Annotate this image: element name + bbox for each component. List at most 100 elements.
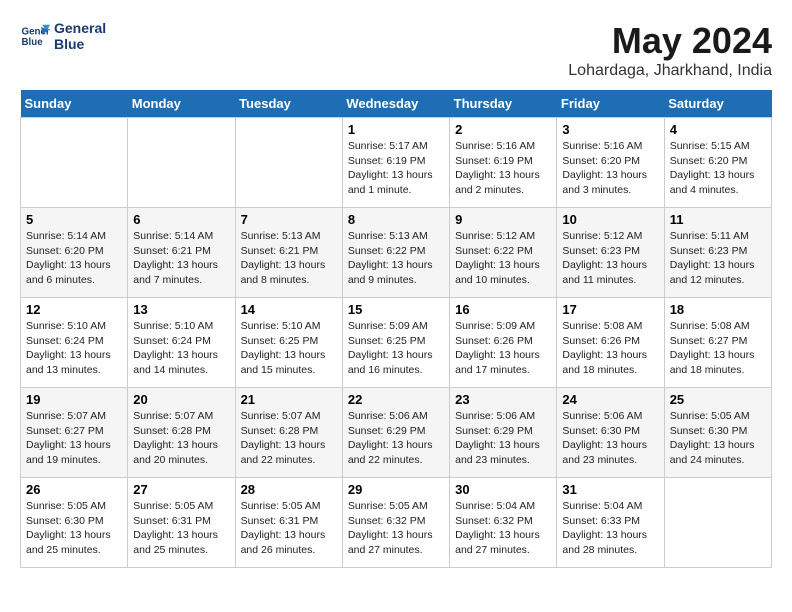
day-number: 26 bbox=[26, 482, 122, 497]
weekday-header: Wednesday bbox=[342, 90, 449, 118]
day-number: 5 bbox=[26, 212, 122, 227]
day-info: Sunrise: 5:05 AMSunset: 6:31 PMDaylight:… bbox=[133, 499, 229, 558]
weekday-header: Monday bbox=[128, 90, 235, 118]
day-info: Sunrise: 5:14 AMSunset: 6:20 PMDaylight:… bbox=[26, 229, 122, 288]
day-number: 15 bbox=[348, 302, 444, 317]
day-info: Sunrise: 5:12 AMSunset: 6:23 PMDaylight:… bbox=[562, 229, 658, 288]
day-info: Sunrise: 5:13 AMSunset: 6:21 PMDaylight:… bbox=[241, 229, 337, 288]
day-number: 25 bbox=[670, 392, 766, 407]
day-info: Sunrise: 5:14 AMSunset: 6:21 PMDaylight:… bbox=[133, 229, 229, 288]
day-info: Sunrise: 5:09 AMSunset: 6:25 PMDaylight:… bbox=[348, 319, 444, 378]
calendar-cell: 7Sunrise: 5:13 AMSunset: 6:21 PMDaylight… bbox=[235, 208, 342, 298]
calendar-cell: 5 Sunrise: 5:14 AMSunset: 6:20 PMDaylight… bbox=[21, 208, 128, 298]
day-number: 30 bbox=[455, 482, 551, 497]
calendar-cell: 3 Sunrise: 5:16 AMSunset: 6:20 PMDaylight… bbox=[557, 118, 664, 208]
calendar-cell: 23Sunrise: 5:06 AMSunset: 6:29 PMDayligh… bbox=[450, 388, 557, 478]
day-info: Sunrise: 5:06 AMSunset: 6:29 PMDaylight:… bbox=[348, 409, 444, 468]
day-info: Sunrise: 5:13 AMSunset: 6:22 PMDaylight:… bbox=[348, 229, 444, 288]
calendar-cell: 1Sunrise: 5:17 AMSunset: 6:19 PMDaylight… bbox=[342, 118, 449, 208]
day-info: Sunrise: 5:16 AMSunset: 6:20 PMDaylight:… bbox=[562, 139, 658, 198]
calendar-week-row: 1Sunrise: 5:17 AMSunset: 6:19 PMDaylight… bbox=[21, 118, 772, 208]
calendar-cell: 21 Sunrise: 5:07 AMSunset: 6:28 PMDayligh… bbox=[235, 388, 342, 478]
logo-general: General bbox=[54, 20, 106, 36]
day-info: Sunrise: 5:06 AMSunset: 6:29 PMDaylight:… bbox=[455, 409, 551, 468]
day-number: 16 bbox=[455, 302, 551, 317]
calendar-cell: 19 Sunrise: 5:07 AMSunset: 6:27 PMDayligh… bbox=[21, 388, 128, 478]
day-number: 2 bbox=[455, 122, 551, 137]
day-info: Sunrise: 5:05 AMSunset: 6:30 PMDaylight:… bbox=[670, 409, 766, 468]
day-number: 28 bbox=[241, 482, 337, 497]
day-info: Sunrise: 5:15 AMSunset: 6:20 PMDaylight:… bbox=[670, 139, 766, 198]
calendar-cell: 22 Sunrise: 5:06 AMSunset: 6:29 PMDayligh… bbox=[342, 388, 449, 478]
calendar-cell bbox=[235, 118, 342, 208]
calendar-cell: 20 Sunrise: 5:07 AMSunset: 6:28 PMDayligh… bbox=[128, 388, 235, 478]
calendar-cell: 15 Sunrise: 5:09 AMSunset: 6:25 PMDayligh… bbox=[342, 298, 449, 388]
day-info: Sunrise: 5:06 AMSunset: 6:30 PMDaylight:… bbox=[562, 409, 658, 468]
day-number: 11 bbox=[670, 212, 766, 227]
calendar-cell: 30 Sunrise: 5:04 AMSunset: 6:32 PMDayligh… bbox=[450, 478, 557, 568]
day-number: 10 bbox=[562, 212, 658, 227]
calendar-week-row: 5 Sunrise: 5:14 AMSunset: 6:20 PMDaylight… bbox=[21, 208, 772, 298]
day-info: Sunrise: 5:08 AMSunset: 6:27 PMDaylight:… bbox=[670, 319, 766, 378]
calendar-cell bbox=[21, 118, 128, 208]
header: General Blue General Blue May 2024 Lohar… bbox=[20, 20, 772, 80]
day-number: 21 bbox=[241, 392, 337, 407]
calendar-cell: 26 Sunrise: 5:05 AMSunset: 6:30 PMDayligh… bbox=[21, 478, 128, 568]
day-info: Sunrise: 5:10 AMSunset: 6:24 PMDaylight:… bbox=[133, 319, 229, 378]
day-number: 14 bbox=[241, 302, 337, 317]
day-number: 19 bbox=[26, 392, 122, 407]
day-info: Sunrise: 5:04 AMSunset: 6:33 PMDaylight:… bbox=[562, 499, 658, 558]
calendar-cell: 2 Sunrise: 5:16 AMSunset: 6:19 PMDaylight… bbox=[450, 118, 557, 208]
calendar-cell: 16 Sunrise: 5:09 AMSunset: 6:26 PMDayligh… bbox=[450, 298, 557, 388]
day-number: 22 bbox=[348, 392, 444, 407]
day-info: Sunrise: 5:12 AMSunset: 6:22 PMDaylight:… bbox=[455, 229, 551, 288]
calendar-cell bbox=[128, 118, 235, 208]
day-info: Sunrise: 5:05 AMSunset: 6:30 PMDaylight:… bbox=[26, 499, 122, 558]
calendar-cell: 10 Sunrise: 5:12 AMSunset: 6:23 PMDayligh… bbox=[557, 208, 664, 298]
main-title: May 2024 bbox=[568, 20, 772, 62]
logo-icon: General Blue bbox=[20, 21, 50, 51]
day-info: Sunrise: 5:05 AMSunset: 6:32 PMDaylight:… bbox=[348, 499, 444, 558]
day-number: 9 bbox=[455, 212, 551, 227]
calendar-week-row: 19 Sunrise: 5:07 AMSunset: 6:27 PMDayligh… bbox=[21, 388, 772, 478]
calendar-cell: 18 Sunrise: 5:08 AMSunset: 6:27 PMDayligh… bbox=[664, 298, 771, 388]
day-number: 24 bbox=[562, 392, 658, 407]
day-number: 6 bbox=[133, 212, 229, 227]
calendar-week-row: 12Sunrise: 5:10 AMSunset: 6:24 PMDayligh… bbox=[21, 298, 772, 388]
day-info: Sunrise: 5:07 AMSunset: 6:28 PMDaylight:… bbox=[241, 409, 337, 468]
calendar-cell: 9 Sunrise: 5:12 AMSunset: 6:22 PMDaylight… bbox=[450, 208, 557, 298]
day-info: Sunrise: 5:09 AMSunset: 6:26 PMDaylight:… bbox=[455, 319, 551, 378]
weekday-header-row: SundayMondayTuesdayWednesdayThursdayFrid… bbox=[21, 90, 772, 118]
day-number: 31 bbox=[562, 482, 658, 497]
weekday-header: Tuesday bbox=[235, 90, 342, 118]
day-number: 20 bbox=[133, 392, 229, 407]
day-number: 27 bbox=[133, 482, 229, 497]
svg-text:Blue: Blue bbox=[22, 37, 44, 48]
calendar-cell: 28Sunrise: 5:05 AMSunset: 6:31 PMDayligh… bbox=[235, 478, 342, 568]
subtitle: Lohardaga, Jharkhand, India bbox=[568, 62, 772, 80]
day-number: 13 bbox=[133, 302, 229, 317]
day-info: Sunrise: 5:07 AMSunset: 6:27 PMDaylight:… bbox=[26, 409, 122, 468]
weekday-header: Sunday bbox=[21, 90, 128, 118]
weekday-header: Saturday bbox=[664, 90, 771, 118]
logo-blue: Blue bbox=[54, 36, 106, 52]
day-info: Sunrise: 5:08 AMSunset: 6:26 PMDaylight:… bbox=[562, 319, 658, 378]
title-section: May 2024 Lohardaga, Jharkhand, India bbox=[568, 20, 772, 80]
day-info: Sunrise: 5:16 AMSunset: 6:19 PMDaylight:… bbox=[455, 139, 551, 198]
calendar-cell: 14 Sunrise: 5:10 AMSunset: 6:25 PMDayligh… bbox=[235, 298, 342, 388]
calendar-cell: 27 Sunrise: 5:05 AMSunset: 6:31 PMDayligh… bbox=[128, 478, 235, 568]
day-info: Sunrise: 5:04 AMSunset: 6:32 PMDaylight:… bbox=[455, 499, 551, 558]
calendar-cell: 29Sunrise: 5:05 AMSunset: 6:32 PMDayligh… bbox=[342, 478, 449, 568]
day-number: 18 bbox=[670, 302, 766, 317]
day-number: 3 bbox=[562, 122, 658, 137]
weekday-header: Friday bbox=[557, 90, 664, 118]
logo: General Blue General Blue bbox=[20, 20, 106, 52]
day-number: 17 bbox=[562, 302, 658, 317]
calendar-cell: 31 Sunrise: 5:04 AMSunset: 6:33 PMDayligh… bbox=[557, 478, 664, 568]
day-info: Sunrise: 5:17 AMSunset: 6:19 PMDaylight:… bbox=[348, 139, 444, 198]
calendar-cell: 8Sunrise: 5:13 AMSunset: 6:22 PMDaylight… bbox=[342, 208, 449, 298]
day-info: Sunrise: 5:10 AMSunset: 6:25 PMDaylight:… bbox=[241, 319, 337, 378]
calendar-cell: 11Sunrise: 5:11 AMSunset: 6:23 PMDayligh… bbox=[664, 208, 771, 298]
day-info: Sunrise: 5:07 AMSunset: 6:28 PMDaylight:… bbox=[133, 409, 229, 468]
day-number: 4 bbox=[670, 122, 766, 137]
